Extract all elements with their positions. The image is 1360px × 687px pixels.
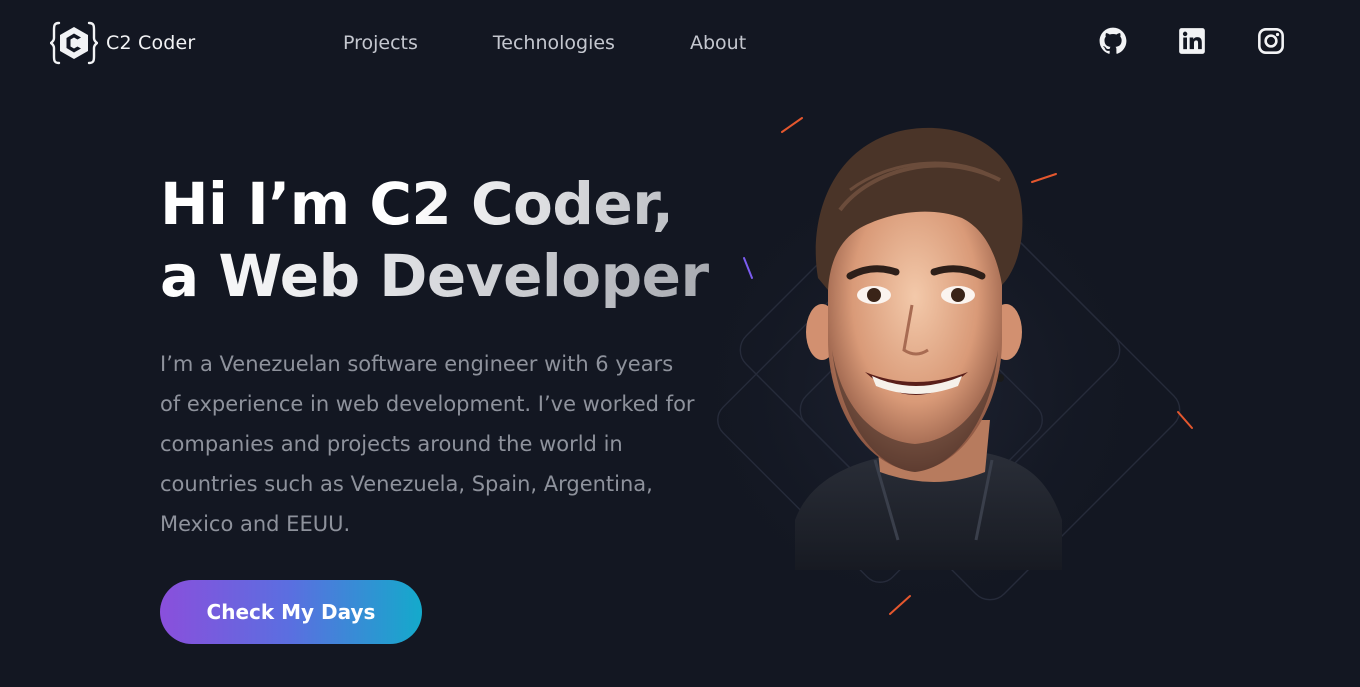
- linkedin-icon: [1179, 28, 1205, 54]
- check-my-days-button[interactable]: Check My Days: [160, 580, 422, 644]
- github-link[interactable]: [1099, 27, 1127, 55]
- avatar-illustration: [700, 100, 1220, 640]
- logo-link[interactable]: C2 Coder: [50, 20, 195, 66]
- hero-title-line-1: Hi I’m C2 Coder,: [160, 168, 760, 240]
- instagram-icon: [1258, 28, 1284, 54]
- main-nav: Projects Technologies About: [343, 30, 821, 56]
- github-icon: [1099, 27, 1127, 54]
- hero-title-line-2: a Web Developer: [160, 240, 760, 312]
- instagram-link[interactable]: [1257, 27, 1285, 55]
- nav-item-projects[interactable]: Projects: [343, 30, 418, 56]
- hero-description: I’m a Venezuelan software engineer with …: [160, 352, 695, 536]
- linkedin-link[interactable]: [1178, 27, 1206, 55]
- avatar-caricature-image: [700, 117, 1193, 630]
- brand-name: C2 Coder: [106, 32, 196, 54]
- site-header: C2 Coder Projects Technologies About: [0, 0, 1360, 86]
- page: C2 Coder Projects Technologies About Hi …: [0, 0, 1360, 687]
- nav-item-about[interactable]: About: [690, 30, 746, 56]
- social-links: [1048, 27, 1285, 55]
- nav-item-technologies[interactable]: Technologies: [493, 30, 615, 56]
- c2-logo-icon: [50, 21, 98, 65]
- hero-title: Hi I’m C2 Coder, a Web Developer: [160, 168, 760, 312]
